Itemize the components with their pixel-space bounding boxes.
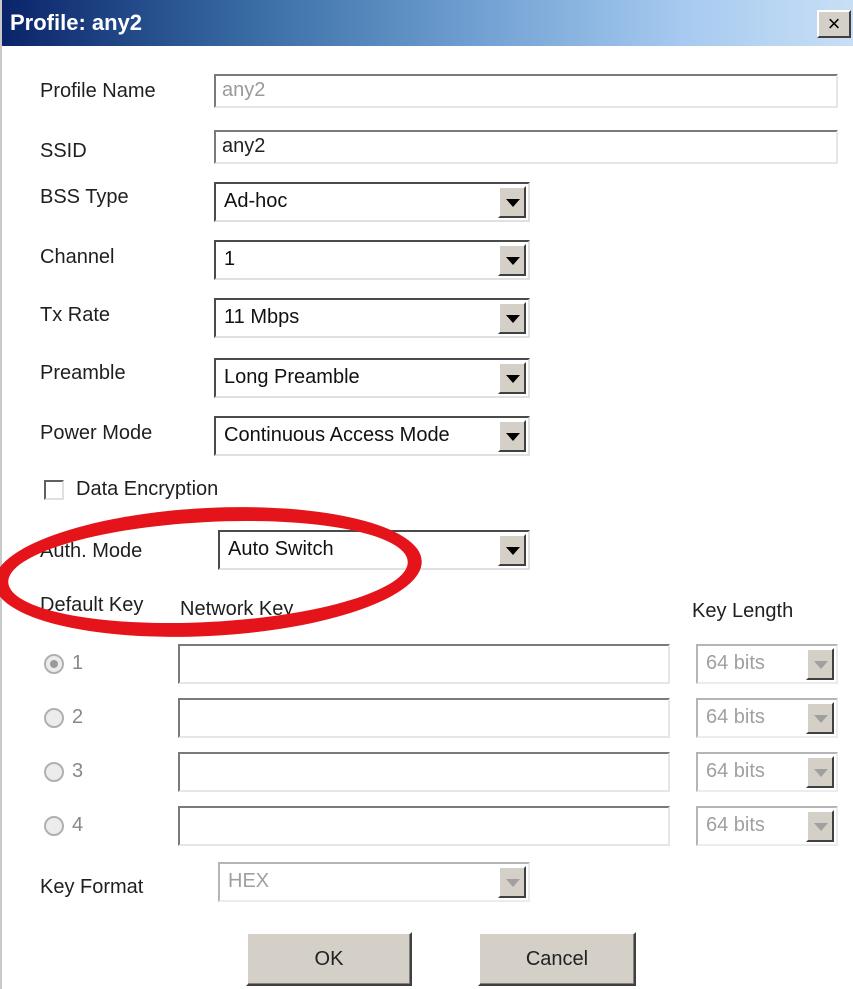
chevron-down-icon[interactable] <box>498 866 526 898</box>
key-length-1-select[interactable]: 64 bits <box>696 644 838 684</box>
ssid-field[interactable]: any2 <box>214 130 838 164</box>
key-length-4-select[interactable]: 64 bits <box>696 806 838 846</box>
channel-label: Channel <box>40 246 115 268</box>
bss-type-value: Ad-hoc <box>224 190 288 212</box>
network-key-4-field[interactable] <box>178 806 670 846</box>
bss-type-select[interactable]: Ad-hoc <box>214 182 530 222</box>
red-oval-highlight <box>0 496 426 648</box>
key-1-index: 1 <box>72 652 84 674</box>
key-format-label: Key Format <box>40 876 144 898</box>
tx-rate-value: 11 Mbps <box>224 306 300 328</box>
channel-value: 1 <box>224 248 236 270</box>
network-key-3-field[interactable] <box>178 752 670 792</box>
key-format-value: HEX <box>228 870 270 892</box>
chevron-down-icon[interactable] <box>498 362 526 394</box>
preamble-label: Preamble <box>40 362 126 384</box>
chevron-down-icon[interactable] <box>806 648 834 680</box>
data-encryption-label: Data Encryption <box>76 478 219 500</box>
close-button[interactable]: × <box>817 10 851 38</box>
network-key-2-field[interactable] <box>178 698 670 738</box>
channel-select[interactable]: 1 <box>214 240 530 280</box>
preamble-select[interactable]: Long Preamble <box>214 358 530 398</box>
key-4-radio[interactable] <box>44 816 64 836</box>
bss-type-label: BSS Type <box>40 186 129 208</box>
key-1-radio[interactable] <box>44 654 64 674</box>
chevron-down-icon[interactable] <box>806 810 834 842</box>
default-key-header: Default Key <box>40 594 144 616</box>
window-title: Profile: any2 <box>10 10 143 35</box>
tx-rate-select[interactable]: 11 Mbps <box>214 298 530 338</box>
key-length-2-select[interactable]: 64 bits <box>696 698 838 738</box>
chevron-down-icon[interactable] <box>806 702 834 734</box>
chevron-down-icon[interactable] <box>498 302 526 334</box>
chevron-down-icon[interactable] <box>806 756 834 788</box>
auth-mode-value: Auto Switch <box>228 538 334 560</box>
chevron-down-icon[interactable] <box>498 186 526 218</box>
auth-mode-select[interactable]: Auto Switch <box>218 530 530 570</box>
profile-name-label: Profile Name <box>40 80 156 102</box>
ssid-label: SSID <box>40 140 87 162</box>
data-encryption-checkbox[interactable] <box>44 480 64 500</box>
title-bar: Profile: any2 × <box>2 0 853 46</box>
key-2-radio[interactable] <box>44 708 64 728</box>
preamble-value: Long Preamble <box>224 366 360 388</box>
key-3-radio[interactable] <box>44 762 64 782</box>
key-length-2-value: 64 bits <box>706 706 765 728</box>
chevron-down-icon[interactable] <box>498 420 526 452</box>
network-key-1-field[interactable] <box>178 644 670 684</box>
auth-mode-label: Auth. Mode <box>40 540 143 562</box>
chevron-down-icon[interactable] <box>498 534 526 566</box>
key-length-1-value: 64 bits <box>706 652 765 674</box>
cancel-button[interactable]: Cancel <box>478 932 636 986</box>
key-length-3-select[interactable]: 64 bits <box>696 752 838 792</box>
power-mode-label: Power Mode <box>40 422 153 444</box>
key-length-4-value: 64 bits <box>706 814 765 836</box>
key-format-select[interactable]: HEX <box>218 862 530 902</box>
ok-button[interactable]: OK <box>246 932 412 986</box>
chevron-down-icon[interactable] <box>498 244 526 276</box>
power-mode-select[interactable]: Continuous Access Mode <box>214 416 530 456</box>
key-3-index: 3 <box>72 760 84 782</box>
network-key-header: Network Key <box>180 598 294 620</box>
key-length-3-value: 64 bits <box>706 760 765 782</box>
key-4-index: 4 <box>72 814 84 836</box>
key-2-index: 2 <box>72 706 84 728</box>
key-length-header: Key Length <box>692 600 794 622</box>
profile-name-field[interactable]: any2 <box>214 74 838 108</box>
profile-dialog: Profile: any2 × Profile Name any2 SSID a… <box>0 0 853 989</box>
power-mode-value: Continuous Access Mode <box>224 424 450 446</box>
tx-rate-label: Tx Rate <box>40 304 111 326</box>
